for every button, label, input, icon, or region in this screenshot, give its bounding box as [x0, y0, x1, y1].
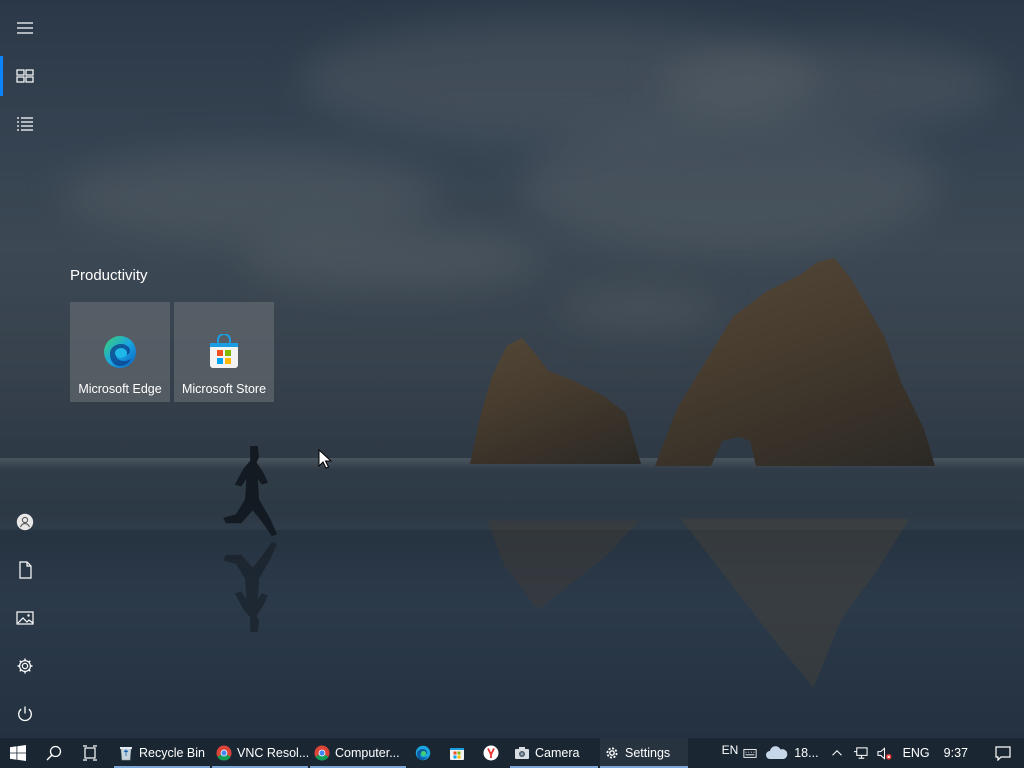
chevron-up-icon [831, 750, 842, 756]
taskbar-app-edge[interactable] [406, 738, 440, 768]
recycle-bin-icon [120, 747, 132, 761]
system-tray: EN 18... ENG 9:37 [716, 738, 1024, 768]
taskbar-app-label: Camera [535, 746, 580, 760]
notification-icon [995, 746, 1011, 761]
tiles-icon [16, 69, 34, 83]
tile-microsoft-store[interactable]: Microsoft Store [174, 302, 274, 402]
taskbar-app-yandex[interactable] [474, 738, 508, 768]
weather-widget[interactable] [760, 738, 794, 768]
power-icon [18, 706, 32, 722]
network-button[interactable] [849, 738, 873, 768]
weather-text[interactable]: 18... [794, 746, 824, 760]
settings-button[interactable] [0, 642, 50, 690]
clock[interactable]: 9:37 [940, 746, 982, 760]
start-menu-rail [0, 0, 50, 738]
chrome-icon [314, 745, 330, 761]
volume-button[interactable] [873, 738, 897, 768]
camera-icon [515, 747, 529, 759]
taskbar: Recycle Bin VNC Resol... Computer... Cam… [0, 738, 1024, 768]
keyboard-icon [743, 749, 757, 758]
taskbar-app-vnc-resolution[interactable]: VNC Resol... [212, 738, 308, 768]
windows-logo-icon [10, 745, 26, 761]
gear-icon [606, 747, 618, 759]
user-account-button[interactable] [0, 498, 50, 546]
edge-icon [415, 745, 431, 761]
taskbar-app-label: Settings [625, 746, 671, 760]
taskbar-app-recycle-bin[interactable]: Recycle Bin [114, 738, 210, 768]
input-language[interactable]: ENG [897, 746, 940, 760]
tile-label: Microsoft Store [181, 382, 267, 396]
gear-icon [17, 658, 33, 674]
search-icon [46, 745, 62, 761]
document-icon [19, 561, 32, 579]
store-icon [450, 748, 464, 760]
edge-icon [104, 336, 136, 368]
picture-icon [16, 611, 34, 625]
power-button[interactable] [0, 690, 50, 738]
all-apps-button[interactable] [0, 100, 50, 148]
taskbar-app-store[interactable] [440, 738, 474, 768]
taskbar-app-label: VNC Resol... [237, 746, 308, 760]
taskbar-app-computer[interactable]: Computer... [310, 738, 406, 768]
input-language-short[interactable]: EN [716, 743, 741, 763]
tile-microsoft-edge[interactable]: Microsoft Edge [70, 302, 170, 402]
cloud-icon [766, 746, 788, 759]
expand-menu-button[interactable] [0, 4, 50, 52]
documents-button[interactable] [0, 546, 50, 594]
pictures-button[interactable] [0, 594, 50, 642]
taskbar-app-camera[interactable]: Camera [510, 738, 598, 768]
mouse-cursor-icon [318, 449, 332, 469]
list-icon [17, 117, 33, 131]
tile-group-title[interactable]: Productivity [70, 267, 148, 284]
search-button[interactable] [36, 738, 72, 768]
task-view-button[interactable] [72, 738, 108, 768]
pinned-tiles-button[interactable] [0, 52, 50, 100]
show-hidden-icons-button[interactable] [825, 738, 849, 768]
volume-muted-icon [877, 746, 892, 760]
action-center-button[interactable] [982, 738, 1024, 768]
network-icon [854, 746, 868, 759]
taskbar-app-settings[interactable]: Settings [600, 738, 688, 768]
user-icon [16, 513, 34, 531]
tile-label: Microsoft Edge [78, 382, 162, 396]
task-view-icon [83, 745, 97, 761]
taskbar-app-label: Recycle Bin [139, 746, 205, 760]
chrome-icon [216, 745, 232, 761]
yandex-icon [483, 745, 499, 761]
hamburger-icon [17, 22, 33, 34]
taskbar-app-label: Computer... [335, 746, 400, 760]
start-button[interactable] [0, 738, 36, 768]
touch-keyboard-button[interactable] [740, 738, 760, 768]
store-icon [210, 334, 238, 368]
